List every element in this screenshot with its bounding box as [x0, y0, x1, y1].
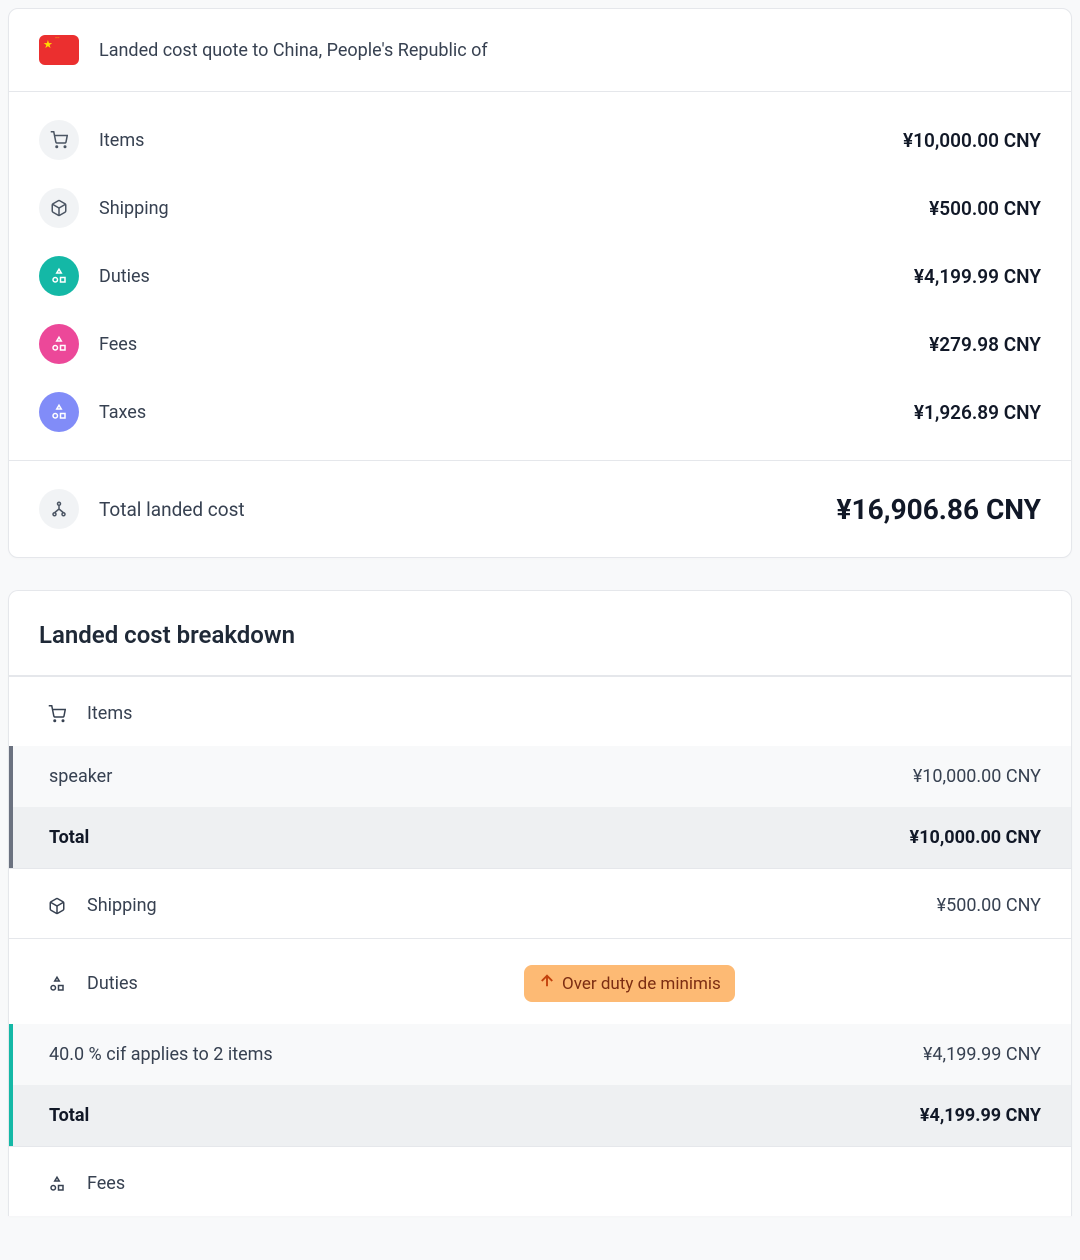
line-item: 40.0 % cif applies to 2 items ¥4,199.99 …	[9, 1024, 1071, 1085]
line-item-value: ¥10,000.00 CNY	[910, 827, 1041, 848]
summary-value: ¥10,000.00 CNY	[903, 129, 1041, 152]
hierarchy-icon	[39, 489, 79, 529]
shapes-icon	[47, 974, 67, 994]
badge-text: Over duty de minimis	[562, 974, 721, 994]
summary-label: Taxes	[99, 402, 146, 423]
section-value: ¥500.00 CNY	[937, 895, 1041, 916]
line-item-label: Total	[49, 1105, 89, 1126]
section-head-items: Items	[9, 676, 1071, 746]
section-head-fees: Fees	[9, 1146, 1071, 1216]
line-item-total: Total ¥4,199.99 CNY	[9, 1085, 1071, 1146]
summary-row-items: Items ¥10,000.00 CNY	[9, 106, 1071, 174]
shapes-icon	[39, 324, 79, 364]
summary-label: Duties	[99, 266, 150, 287]
line-item-label: speaker	[49, 766, 112, 787]
summary-row-fees: Fees ¥279.98 CNY	[9, 310, 1071, 378]
total-value: ¥16,906.86 CNY	[837, 493, 1041, 526]
summary-value: ¥500.00 CNY	[929, 197, 1041, 220]
breakdown-title: Landed cost breakdown	[9, 591, 1071, 676]
summary-row-taxes: Taxes ¥1,926.89 CNY	[9, 378, 1071, 446]
summary-list: Items ¥10,000.00 CNY Shipping ¥500.00 CN…	[9, 92, 1071, 460]
quote-header: Landed cost quote to China, People's Rep…	[9, 9, 1071, 92]
line-item: speaker ¥10,000.00 CNY	[9, 746, 1071, 807]
section-heading: Fees	[87, 1173, 125, 1194]
line-item-value: ¥10,000.00 CNY	[913, 766, 1041, 787]
de-minimis-badge: Over duty de minimis	[524, 965, 735, 1002]
shapes-icon	[39, 392, 79, 432]
summary-label: Items	[99, 130, 144, 151]
total-label: Total landed cost	[99, 498, 245, 521]
summary-value: ¥1,926.89 CNY	[914, 401, 1041, 424]
line-item-total: Total ¥10,000.00 CNY	[9, 807, 1071, 868]
shapes-icon	[39, 256, 79, 296]
package-icon	[39, 188, 79, 228]
line-item-label: 40.0 % cif applies to 2 items	[49, 1044, 273, 1065]
section-head-shipping: Shipping ¥500.00 CNY	[9, 868, 1071, 938]
shapes-icon	[47, 1174, 67, 1194]
section-heading: Items	[87, 703, 132, 724]
china-flag-icon	[39, 35, 79, 65]
arrow-up-icon	[538, 972, 556, 995]
section-heading: Shipping	[87, 895, 157, 916]
cart-icon	[47, 704, 67, 724]
summary-total-row: Total landed cost ¥16,906.86 CNY	[9, 460, 1071, 557]
summary-label: Shipping	[99, 198, 169, 219]
section-head-duties: Duties Over duty de minimis	[9, 938, 1071, 1024]
summary-value: ¥279.98 CNY	[929, 333, 1041, 356]
cart-icon	[39, 120, 79, 160]
breakdown-card: Landed cost breakdown Items speaker ¥10,…	[8, 590, 1072, 1216]
section-heading: Duties	[87, 973, 138, 994]
line-item-value: ¥4,199.99 CNY	[920, 1105, 1041, 1126]
line-item-label: Total	[49, 827, 89, 848]
quote-title: Landed cost quote to China, People's Rep…	[99, 40, 488, 61]
summary-label: Fees	[99, 334, 137, 355]
line-item-value: ¥4,199.99 CNY	[923, 1044, 1041, 1065]
package-icon	[47, 896, 67, 916]
quote-summary-card: Landed cost quote to China, People's Rep…	[8, 8, 1072, 558]
summary-row-duties: Duties ¥4,199.99 CNY	[9, 242, 1071, 310]
summary-row-shipping: Shipping ¥500.00 CNY	[9, 174, 1071, 242]
summary-value: ¥4,199.99 CNY	[914, 265, 1041, 288]
